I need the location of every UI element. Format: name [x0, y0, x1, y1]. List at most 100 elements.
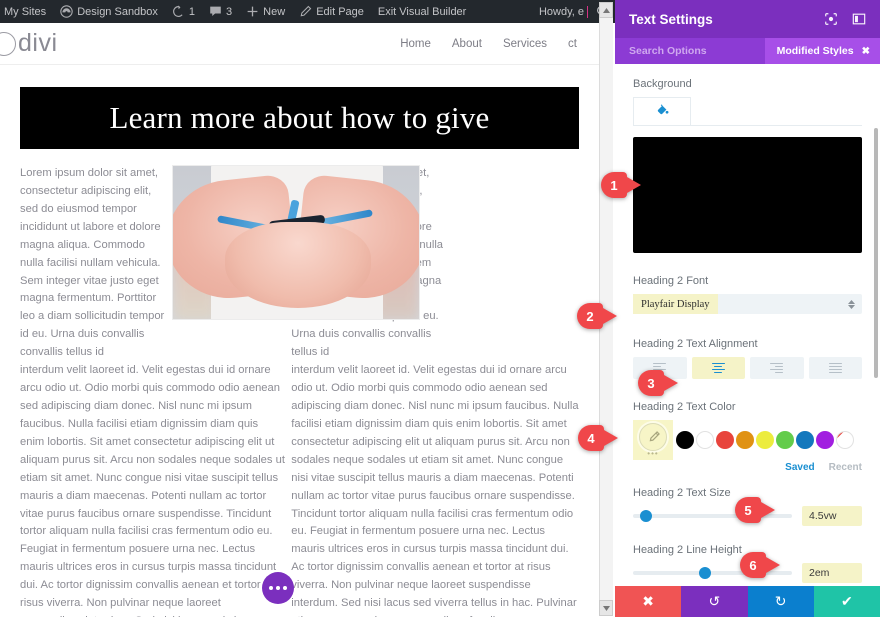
swatch-red[interactable]	[716, 431, 734, 449]
chat-widget-button[interactable]	[262, 572, 294, 604]
swatch-orange[interactable]	[736, 431, 754, 449]
callout-pin-tip	[664, 375, 678, 391]
line-height-slider-knob[interactable]	[698, 567, 711, 579]
swatch-yellow[interactable]	[756, 431, 774, 449]
admin-bar-item-my-sites[interactable]: My Sites	[0, 0, 53, 23]
callout-pin-3: 3	[638, 370, 678, 396]
panel-header-actions	[824, 12, 866, 26]
paragraph-rest-right: interdum velit laoreet id. Velit egestas…	[291, 364, 579, 617]
nav-item-services[interactable]: Services	[503, 38, 547, 50]
admin-bar-item-edit-page[interactable]: Edit Page	[292, 0, 371, 23]
text-size-value[interactable]: 4.5vw	[802, 506, 862, 526]
nav-item-contact[interactable]: ct	[568, 38, 577, 50]
admin-bar-item-comments[interactable]: 3	[202, 0, 239, 23]
admin-bar-item-label: 3	[226, 5, 233, 18]
modified-styles-label: Modified Styles	[776, 45, 854, 57]
callout-pin-4: 4	[578, 425, 618, 451]
nav-item-home[interactable]: Home	[400, 38, 431, 50]
swatch-green[interactable]	[776, 431, 794, 449]
font-label: Heading 2 Font	[633, 275, 709, 287]
hero-text-module[interactable]: Learn more about how to give	[20, 87, 579, 149]
callout-pin-6: 6	[740, 552, 780, 578]
swatch-purple[interactable]	[816, 431, 834, 449]
text-settings-panel: Text Settings Search Options Modified St…	[615, 0, 880, 617]
site-logo-text: divi	[18, 29, 58, 57]
alignment-label: Heading 2 Text Alignment	[633, 338, 758, 350]
howdy-label[interactable]: Howdy, e	[539, 6, 586, 18]
site-logo[interactable]: divi	[0, 29, 58, 58]
background-tab-color[interactable]	[633, 97, 691, 125]
background-label: Background	[633, 78, 692, 90]
admin-bar-item-design-sandbox[interactable]: Design Sandbox	[53, 0, 165, 23]
admin-bar-item-label: 1	[188, 5, 196, 18]
color-swatch-row: •••	[633, 420, 862, 460]
comment-icon	[209, 5, 222, 18]
callout-pin-2: 2	[577, 303, 617, 329]
close-icon[interactable]: ✖	[862, 46, 870, 57]
updates-icon	[172, 5, 185, 18]
callout-pin-number: 2	[577, 303, 603, 329]
panel-header: Text Settings	[615, 0, 880, 38]
callout-pin-number: 5	[735, 497, 761, 523]
save-button[interactable]: ✔	[813, 586, 880, 617]
chat-dots-icon	[283, 586, 287, 590]
more-options-dots[interactable]: •••	[647, 450, 658, 458]
plus-icon	[246, 5, 259, 18]
callout-pin-number: 6	[740, 552, 766, 578]
content-area: Lorem ipsum dolor sit amet, consectetur …	[0, 149, 599, 617]
admin-bar-item-new[interactable]: New	[239, 0, 292, 23]
swatch-blue[interactable]	[796, 431, 814, 449]
callout-pin-number: 3	[638, 370, 664, 396]
admin-bar-item-exit-visual-builder[interactable]: Exit Visual Builder	[371, 0, 473, 23]
site-canvas: divi Home About Services ct Learn more a…	[0, 23, 599, 617]
paragraph-intro-left: Lorem ipsum dolor sit amet, consectetur …	[20, 167, 165, 359]
text-color-label: Heading 2 Text Color	[633, 401, 736, 413]
callout-pin-number: 1	[601, 172, 627, 198]
callout-pin-tip	[761, 502, 775, 518]
custom-color-picker-button[interactable]: •••	[633, 420, 673, 460]
canvas-scroll-down-arrow[interactable]	[599, 600, 613, 616]
modified-styles-filter[interactable]: Modified Styles ✖	[764, 38, 880, 64]
swatch-black[interactable]	[676, 431, 694, 449]
paint-bucket-icon	[656, 103, 669, 121]
panel-search-bar[interactable]: Search Options Modified Styles ✖	[615, 38, 880, 64]
text-size-slider-knob[interactable]	[639, 510, 652, 522]
site-nav: Home About Services ct	[400, 38, 577, 50]
wp-admin-bar: My Sites Design Sandbox 1 3 New Edit Pag…	[0, 0, 615, 23]
align-center-button[interactable]	[691, 357, 745, 379]
background-color-preview[interactable]	[633, 137, 862, 253]
layout-icon[interactable]	[852, 12, 866, 26]
admin-bar-item-label: Edit Page	[316, 5, 364, 18]
callout-pin-tip	[627, 177, 641, 193]
align-justify-button[interactable]	[808, 357, 862, 379]
callout-pin-tip	[766, 557, 780, 573]
pencil-icon	[299, 5, 312, 18]
callout-pin-5: 5	[735, 497, 775, 523]
line-height-value[interactable]: 2em	[802, 563, 862, 583]
chat-dots-icon	[269, 586, 273, 590]
target-icon[interactable]	[824, 12, 838, 26]
recent-colors-tab[interactable]: Recent	[829, 462, 862, 473]
background-tabs	[633, 97, 862, 126]
font-select[interactable]: Playfair Display	[633, 294, 862, 314]
panel-scrollbar[interactable]	[874, 128, 878, 378]
admin-bar-item-label: New	[263, 5, 286, 18]
admin-bar-item-updates[interactable]: 1	[165, 0, 202, 23]
redo-button[interactable]: ↻	[747, 586, 814, 617]
admin-bar-item-label: My Sites	[4, 5, 47, 18]
swatch-white[interactable]	[696, 431, 714, 449]
font-select-value: Playfair Display	[633, 294, 718, 314]
saved-colors-tab[interactable]: Saved	[785, 462, 814, 473]
callout-pin-1: 1	[601, 172, 641, 198]
canvas-scroll-up-arrow[interactable]	[599, 2, 613, 18]
redo-icon: ↻	[774, 593, 787, 609]
admin-bar-item-label: Design Sandbox	[77, 5, 158, 18]
chevron-updown-icon	[848, 294, 855, 314]
undo-button[interactable]: ↺	[681, 586, 748, 617]
hero-heading: Learn more about how to give	[109, 100, 490, 135]
cancel-button[interactable]: ✖	[615, 586, 682, 617]
no-color-icon[interactable]	[836, 431, 854, 449]
align-right-button[interactable]	[750, 357, 804, 379]
nav-item-about[interactable]: About	[452, 38, 482, 50]
content-image[interactable]	[172, 165, 420, 320]
